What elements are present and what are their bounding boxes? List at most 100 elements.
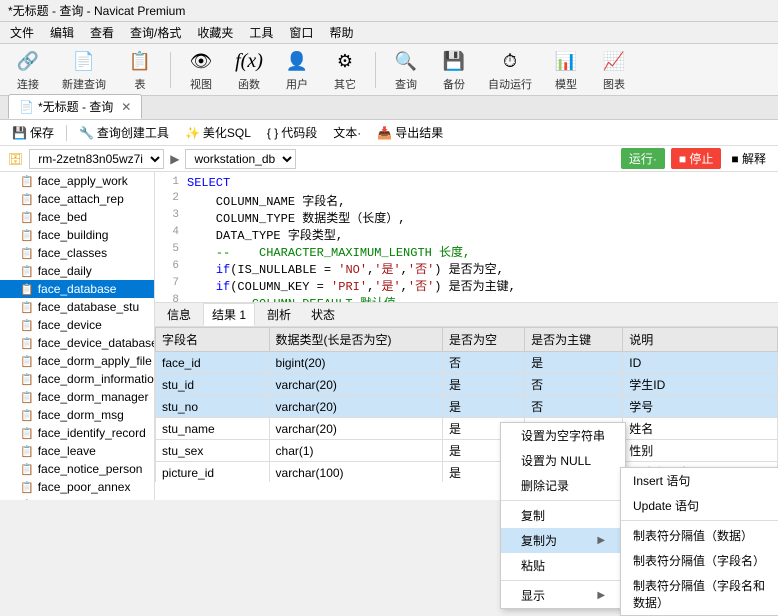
toolbar-sep2	[375, 52, 376, 88]
ctx-set-empty-string[interactable]: 设置为空字符串	[501, 423, 625, 448]
sidebar-item-face-classes[interactable]: 📋 face_classes	[0, 244, 154, 262]
table-row-icon3: 📋	[20, 211, 34, 224]
sub-item-insert[interactable]: Insert 语句	[621, 468, 778, 493]
save-icon: 💾	[12, 126, 27, 140]
table-row-icon2: 📋	[20, 193, 34, 206]
connect-icon: 🔗	[14, 48, 42, 76]
ctx-copy-as[interactable]: 复制为 ▶	[501, 528, 625, 553]
sidebar-item-face-dorm-manager[interactable]: 📋 face_dorm_manager	[0, 388, 154, 406]
sub-item-tab-both[interactable]: 制表符分隔值（字段名和数据）	[621, 573, 778, 615]
toolbar-model[interactable]: 📊 模型	[546, 46, 586, 94]
sidebar-item-face-daily[interactable]: 📋 face_daily	[0, 262, 154, 280]
sql-editor[interactable]: 1 SELECT 2 COLUMN_NAME 字段名, 3 COLUMN_TYP…	[155, 172, 778, 302]
sql-line-8: 8 -- COLUMN_DEFAULT 默认值,	[159, 294, 774, 302]
sidebar-item-face-dorm-apply-file[interactable]: 📋 face_dorm_apply_file	[0, 352, 154, 370]
cell-type: bigint(20)	[269, 352, 442, 374]
sidebar-item-face-dorm-information[interactable]: 📋 face_dorm_informatio	[0, 370, 154, 388]
sidebar-item-face-leave[interactable]: 📋 face_leave	[0, 442, 154, 460]
cell-type: varchar(20)	[269, 418, 442, 440]
sidebar-item-face-notice-person[interactable]: 📋 face_notice_person	[0, 460, 154, 478]
toolbar-autorun[interactable]: ⏱ 自动运行	[482, 46, 538, 94]
tab-result1[interactable]: 结果 1	[203, 303, 255, 326]
explain-label[interactable]: ■ 解释	[727, 150, 770, 167]
tab-profiling[interactable]: 剖析	[259, 304, 299, 325]
stop-button[interactable]: ■ 停止	[671, 148, 722, 169]
table-row-icon: 📋	[20, 175, 34, 188]
sidebar-item-face-building[interactable]: 📋 face_building	[0, 226, 154, 244]
sidebar-item-face-bed[interactable]: 📋 face_bed	[0, 208, 154, 226]
table-row-icon8: 📋	[20, 301, 34, 314]
table-container: 字段名 数据类型(长是否为空) 是否为空 是否为主键 说明 face_id bi…	[155, 327, 778, 482]
sub-item-tab-data[interactable]: 制表符分隔值（数据）	[621, 523, 778, 548]
ctx-delete-record[interactable]: 删除记录	[501, 473, 625, 498]
sub-item-tab-field[interactable]: 制表符分隔值（字段名）	[621, 548, 778, 573]
database-select[interactable]: workstation_db	[185, 149, 296, 169]
sidebar-item-face-database-stu[interactable]: 📋 face_database_stu	[0, 298, 154, 316]
menubar-item-查看[interactable]: 查看	[84, 22, 120, 43]
toolbar-chart[interactable]: 📈 图表	[594, 46, 634, 94]
toolbar-other[interactable]: ⚙ 其它	[325, 46, 365, 94]
sql-line-7: 7 if(COLUMN_KEY = 'PRI','是','否') 是否为主键,	[159, 277, 774, 294]
results-tabbar: 信息 结果 1 剖析 状态	[155, 303, 778, 327]
cell-type: char(1)	[269, 440, 442, 462]
tab-query[interactable]: 📄 *无标题 - 查询 ✕	[8, 94, 142, 119]
table-row[interactable]: face_id bigint(20) 否 是 ID	[156, 352, 778, 374]
ctx-set-null[interactable]: 设置为 NULL	[501, 448, 625, 473]
menubar-item-查询/格式[interactable]: 查询/格式	[124, 22, 187, 43]
tab-info[interactable]: 信息	[159, 304, 199, 325]
sidebar-item-face-device[interactable]: 📋 face_device	[0, 316, 154, 334]
toolbar-user[interactable]: 👤 用户	[277, 46, 317, 94]
table-row[interactable]: stu_name varchar(20) 是 否 姓名	[156, 418, 778, 440]
connection-select[interactable]: rm-2zetn83n05wz7i	[29, 149, 164, 169]
other-label: 其它	[334, 76, 356, 92]
menubar-item-编辑[interactable]: 编辑	[44, 22, 80, 43]
view-label: 视图	[190, 76, 212, 92]
col-header-field: 字段名	[156, 328, 270, 352]
sidebar-item-face-device-database[interactable]: 📋 face_device_database	[0, 334, 154, 352]
toolbar-query[interactable]: 🔍 查询	[386, 46, 426, 94]
ctx-paste[interactable]: 粘贴	[501, 553, 625, 578]
sidebar-item-face-poor-family[interactable]: 📋 face_poor_family	[0, 496, 154, 500]
run-button[interactable]: 运行·	[621, 148, 665, 169]
ctx-display[interactable]: 显示 ▶	[501, 583, 625, 608]
text-button[interactable]: 文本·	[329, 122, 365, 143]
addrbar: 🗄 rm-2zetn83n05wz7i ▶ workstation_db 运行·…	[0, 146, 778, 172]
toolbar-view[interactable]: 👁 视图	[181, 46, 221, 94]
sidebar-item-face-dorm-msg[interactable]: 📋 face_dorm_msg	[0, 406, 154, 424]
toolbar-function[interactable]: f(x) 函数	[229, 46, 269, 94]
export-button[interactable]: 📥 导出结果	[373, 122, 447, 143]
ctx-copy[interactable]: 复制	[501, 503, 625, 528]
query-builder-button[interactable]: 🔧 查询创建工具	[75, 122, 173, 143]
sidebar-item-face-database[interactable]: 📋 face_database	[0, 280, 154, 298]
menubar-item-文件[interactable]: 文件	[4, 22, 40, 43]
toolbar-backup[interactable]: 💾 备份	[434, 46, 474, 94]
table-row[interactable]: stu_no varchar(20) 是 否 学号	[156, 396, 778, 418]
menubar: 文件编辑查看查询/格式收藏夹工具窗口帮助	[0, 22, 778, 44]
menubar-item-帮助[interactable]: 帮助	[323, 22, 359, 43]
connect-label: 连接	[17, 76, 39, 92]
table-row-icon7: 📋	[20, 283, 34, 296]
toolbar-connect[interactable]: 🔗 连接	[8, 46, 48, 94]
sidebar-item-face-identify-record[interactable]: 📋 face_identify_record	[0, 424, 154, 442]
toolbar-sep1	[170, 52, 171, 88]
save-button[interactable]: 💾 保存	[8, 122, 58, 143]
cell-type: varchar(20)	[269, 396, 442, 418]
tab-close-icon[interactable]: ✕	[121, 100, 131, 114]
sidebar-item-face-attach-rep[interactable]: 📋 face_attach_rep	[0, 190, 154, 208]
table-row[interactable]: stu_sex char(1) 是 否 性别	[156, 440, 778, 462]
sql-line-2: 2 COLUMN_NAME 字段名,	[159, 192, 774, 209]
table-row[interactable]: stu_id varchar(20) 是 否 学生ID	[156, 374, 778, 396]
cell-nullable: 是	[443, 374, 525, 396]
sub-item-update[interactable]: Update 语句	[621, 493, 778, 518]
sidebar-item-face-apply-work[interactable]: 📋 face_apply_work	[0, 172, 154, 190]
menubar-item-窗口[interactable]: 窗口	[283, 22, 319, 43]
subtoolbar: 💾 保存 🔧 查询创建工具 ✨ 美化SQL { } 代码段 文本· 📥 导出结果	[0, 120, 778, 146]
sidebar-item-face-poor-annex[interactable]: 📋 face_poor_annex	[0, 478, 154, 496]
toolbar-table[interactable]: 📋 表	[120, 46, 160, 94]
code-snippet-button[interactable]: { } 代码段	[263, 122, 321, 143]
menubar-item-收藏夹[interactable]: 收藏夹	[191, 22, 239, 43]
menubar-item-工具[interactable]: 工具	[243, 22, 279, 43]
beautify-sql-button[interactable]: ✨ 美化SQL	[181, 122, 255, 143]
tab-status[interactable]: 状态	[303, 304, 343, 325]
toolbar-new-query[interactable]: 📄 新建查询	[56, 46, 112, 94]
